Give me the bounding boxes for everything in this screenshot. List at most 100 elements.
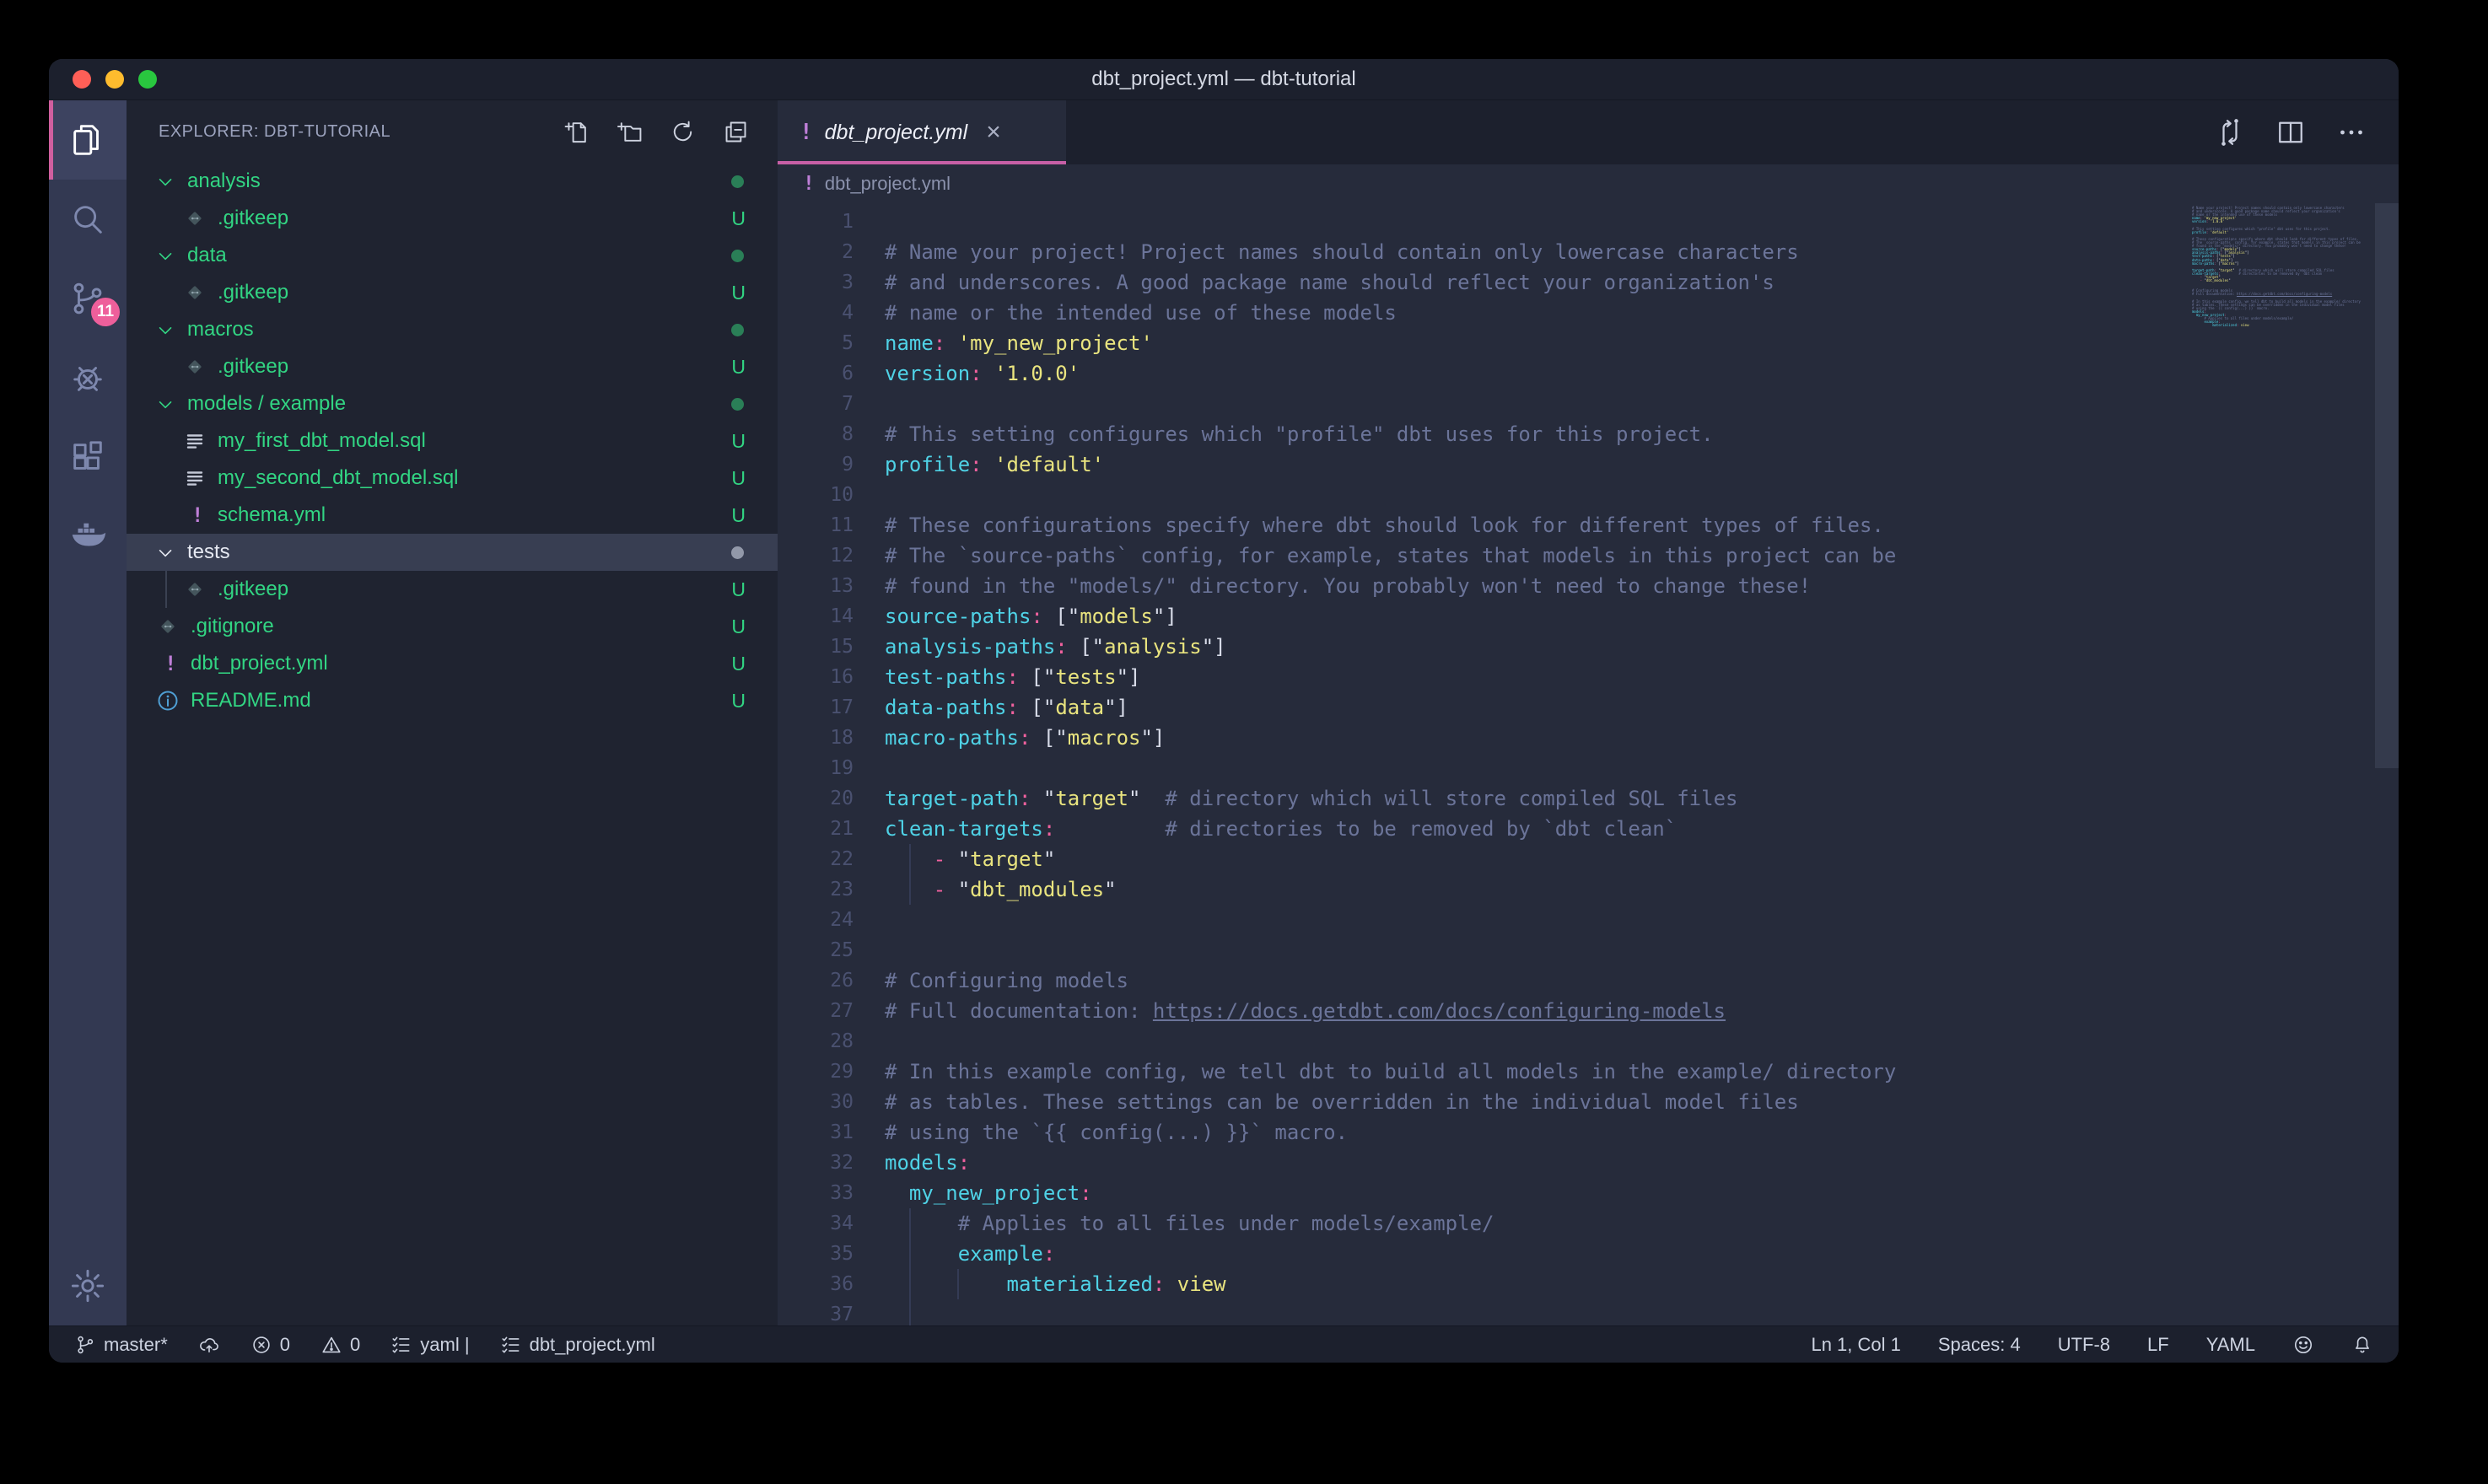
git-untracked-badge: U <box>731 467 746 490</box>
code-editor[interactable]: 12 # Name your project! Project names sho… <box>778 203 2399 1325</box>
smiley-icon <box>2292 1334 2314 1356</box>
tree-file--gitkeep[interactable]: .gitkeepU <box>127 274 778 311</box>
folder-changes-dot <box>731 546 744 559</box>
yaml-bang-icon: ! <box>803 173 815 195</box>
folder-changes-dot <box>731 175 744 188</box>
editor-scrollbar[interactable] <box>2375 203 2399 768</box>
status-item-dbt-project-file[interactable]: dbt_project.yml <box>500 1334 655 1356</box>
code-line-6: 6version: '1.0.0' <box>778 358 2171 389</box>
line-number: 17 <box>778 692 854 723</box>
close-button[interactable] <box>73 70 91 89</box>
zoom-button[interactable] <box>138 70 157 89</box>
tree-folder-models-example[interactable]: models / example <box>127 385 778 422</box>
status-item-eol[interactable]: LF <box>2147 1334 2169 1356</box>
activity-item-settings[interactable] <box>49 1246 127 1325</box>
activity-item-search[interactable] <box>49 180 127 259</box>
minimap[interactable]: # Name your project! Project names shoul… <box>2192 203 2373 331</box>
minimize-button[interactable] <box>105 70 124 89</box>
activity-item-extensions[interactable] <box>49 417 127 497</box>
status-item-feedback[interactable] <box>2292 1334 2314 1356</box>
status-item-indentation[interactable]: Spaces: 4 <box>1938 1334 2021 1356</box>
status-item-cursor-position[interactable]: Ln 1, Col 1 <box>1811 1334 1900 1356</box>
tree-file-dbt-project-yml[interactable]: !dbt_project.ymlU <box>127 645 778 682</box>
tree-file--gitkeep[interactable]: .gitkeepU <box>127 571 778 608</box>
extensions-icon <box>68 438 107 476</box>
yaml-bang-icon: ! <box>153 652 182 675</box>
tree-file-schema-yml[interactable]: !schema.ymlU <box>127 497 778 534</box>
ellipsis-icon[interactable] <box>2336 117 2367 148</box>
status-item-notifications[interactable] <box>2351 1334 2373 1356</box>
tree-file--gitkeep[interactable]: .gitkeepU <box>127 348 778 385</box>
tree-folder-data[interactable]: data <box>127 237 778 274</box>
line-number: 25 <box>778 935 854 965</box>
status-item-encoding[interactable]: UTF-8 <box>2058 1334 2110 1356</box>
code-line-25: 25 <box>778 935 2171 965</box>
tree-item-label: README.md <box>191 689 311 712</box>
line-number: 9 <box>778 449 854 480</box>
tree-folder-tests[interactable]: tests <box>127 534 778 571</box>
tree-item-label: analysis <box>187 169 261 193</box>
tree-indent-guide <box>165 571 167 608</box>
line-number: 33 <box>778 1178 854 1208</box>
activity-item-debug[interactable] <box>49 338 127 417</box>
yaml-bang-icon: ! <box>180 503 209 527</box>
new-folder-icon[interactable] <box>617 119 643 145</box>
activity-item-explorer[interactable] <box>49 100 127 180</box>
breadcrumb[interactable]: ! dbt_project.yml <box>778 164 2399 203</box>
tree-file-my-second-dbt-model-sql[interactable]: my_second_dbt_model.sqlU <box>127 460 778 497</box>
cloud-upload-icon <box>198 1334 220 1356</box>
tree-item-label: my_first_dbt_model.sql <box>218 429 426 453</box>
refresh-icon[interactable] <box>670 119 696 145</box>
tree-file-my-first-dbt-model-sql[interactable]: my_first_dbt_model.sql U <box>127 422 778 460</box>
tab-dbt-project-yml[interactable]: ! dbt_project.yml × <box>778 100 1066 164</box>
status-item-errors[interactable]: 0 <box>250 1334 290 1356</box>
line-number: 12 <box>778 540 854 571</box>
tree-file--gitkeep[interactable]: .gitkeepU <box>127 200 778 237</box>
collapse-all-icon[interactable] <box>723 119 749 145</box>
git-untracked-badge: U <box>731 430 746 453</box>
tree-folder-macros[interactable]: macros <box>127 311 778 348</box>
code-line-15: 15analysis-paths: ["analysis"] <box>778 632 2171 662</box>
code-line-5: 5name: 'my_new_project' <box>778 328 2171 358</box>
activity-item-docker[interactable] <box>49 497 127 576</box>
line-number: 10 <box>778 480 854 510</box>
gear-icon <box>68 1266 107 1305</box>
error-icon <box>250 1334 272 1356</box>
code-line-9: 9profile: 'default' <box>778 449 2171 480</box>
indent-guide <box>909 1239 911 1269</box>
status-right: Ln 1, Col 1 Spaces: 4 UTF-8 LF YAML <box>1811 1334 2373 1356</box>
tree-file--gitignore[interactable]: .gitignoreU <box>127 608 778 645</box>
new-file-icon[interactable] <box>563 119 590 145</box>
status-item-language-mode[interactable]: YAML <box>2206 1334 2255 1356</box>
line-number: 3 <box>778 267 854 298</box>
git-untracked-badge: U <box>731 578 746 601</box>
status-item-git-branch[interactable]: master* <box>74 1334 168 1356</box>
split-editor-icon[interactable] <box>2275 117 2306 148</box>
vscode-window: dbt_project.yml — dbt-tutorial 11 EXPLOR… <box>49 59 2399 1363</box>
line-number: 1 <box>778 207 854 237</box>
code-line-20: 20target-path: "target" # directory whic… <box>778 783 2171 814</box>
debug-icon <box>68 358 107 397</box>
folder-changes-dot <box>731 250 744 262</box>
compare-icon[interactable] <box>2215 117 2245 148</box>
status-item-publish[interactable] <box>198 1334 220 1356</box>
status-item-warnings[interactable]: 0 <box>320 1334 360 1356</box>
scm-badge: 11 <box>91 298 120 326</box>
activity-item-source-control[interactable]: 11 <box>49 259 127 338</box>
status-item-dbt-yaml[interactable]: yaml | <box>390 1334 469 1356</box>
tree-file-readme-md[interactable]: README.mdU <box>127 682 778 719</box>
tab-close-icon[interactable]: × <box>986 120 1001 145</box>
git-untracked-badge: U <box>731 282 746 304</box>
line-number: 34 <box>778 1208 854 1239</box>
line-number: 13 <box>778 571 854 601</box>
code-line-17: 17data-paths: ["data"] <box>778 692 2171 723</box>
line-number: 20 <box>778 783 854 814</box>
code-line-33: 33 my_new_project: <box>778 1178 2171 1208</box>
tree-folder-analysis[interactable]: analysis <box>127 163 778 200</box>
line-number: 30 <box>778 1087 854 1117</box>
breadcrumb-file: dbt_project.yml <box>825 173 951 195</box>
line-number: 24 <box>778 905 854 935</box>
tree-item-label: dbt_project.yml <box>191 652 328 675</box>
code-line-8: 8# This setting configures which "profil… <box>778 419 2171 449</box>
status-item-label: LF <box>2147 1334 2169 1356</box>
